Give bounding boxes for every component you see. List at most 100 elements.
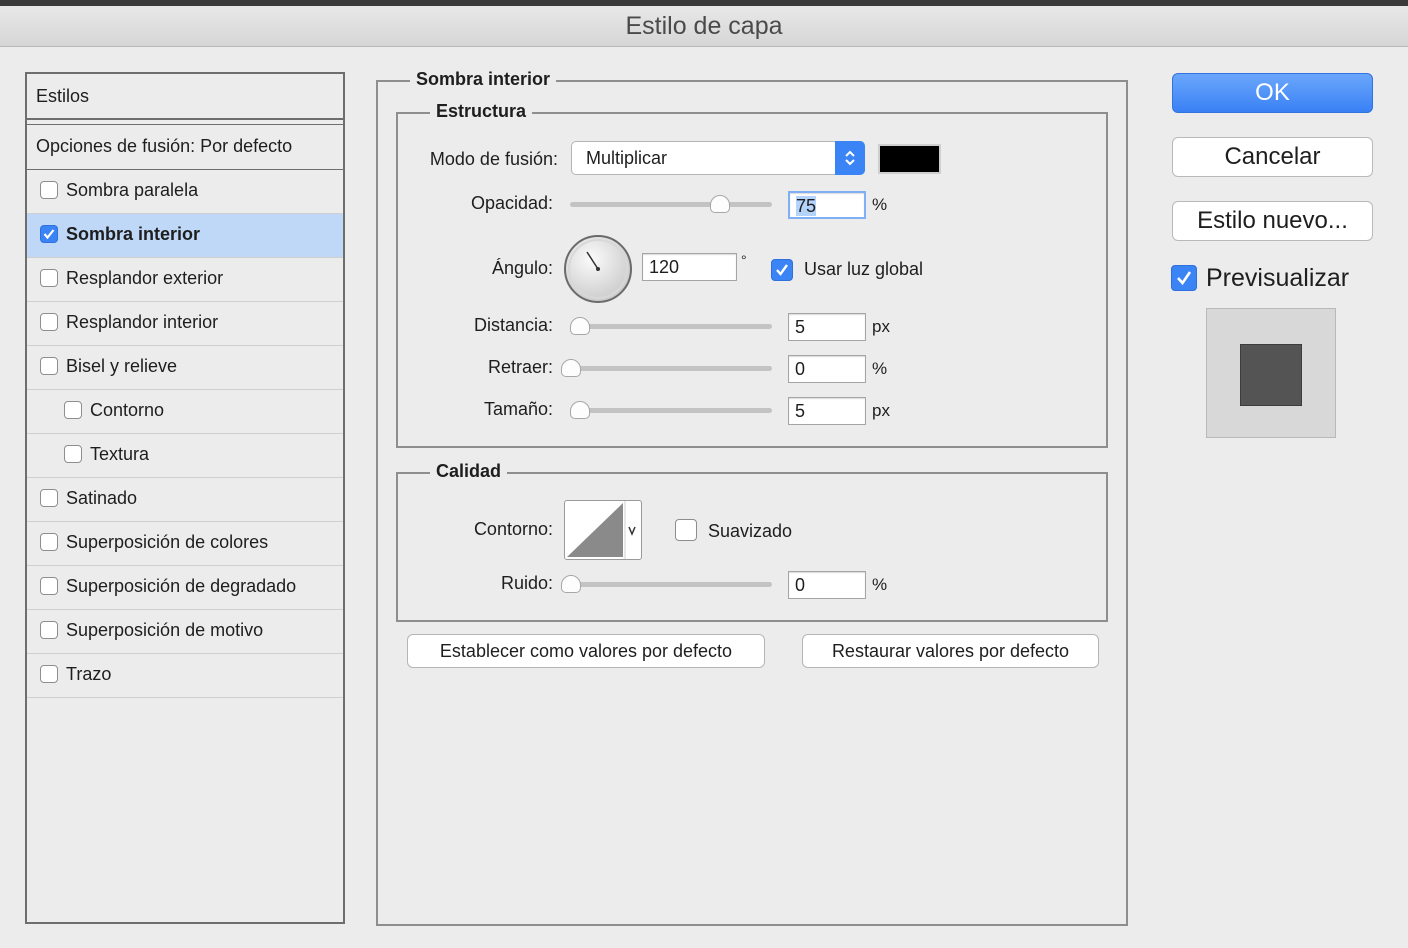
quality-title: Calidad bbox=[430, 461, 508, 482]
noise-label: Ruido: bbox=[500, 573, 553, 593]
blend-options-item[interactable]: Opciones de fusión: Por defecto bbox=[27, 124, 343, 170]
styles-list: Estilos Opciones de fusión: Por defecto … bbox=[25, 72, 345, 924]
style-item-label: Resplandor interior bbox=[66, 312, 219, 332]
style-item-checkbox[interactable] bbox=[40, 533, 58, 551]
angle-value: 120 bbox=[649, 257, 680, 277]
window-title: Estilo de capa bbox=[0, 6, 1408, 47]
chevron-down-icon bbox=[628, 526, 636, 536]
noise-slider-thumb[interactable] bbox=[561, 575, 581, 593]
style-item-checkbox[interactable] bbox=[40, 489, 58, 507]
style-item-checkbox[interactable] bbox=[64, 445, 82, 463]
preview-checkbox[interactable] bbox=[1171, 265, 1197, 291]
style-item-checkbox[interactable] bbox=[40, 665, 58, 683]
contour-picker[interactable] bbox=[564, 500, 642, 560]
style-item[interactable]: Superposición de degradado bbox=[27, 566, 343, 610]
inner-shadow-title: Sombra interior bbox=[410, 69, 557, 90]
style-item-checkbox[interactable] bbox=[40, 313, 58, 331]
choke-value: 0 bbox=[795, 359, 806, 379]
antialiased-label: Suavizado bbox=[708, 521, 793, 541]
style-item-checkbox[interactable] bbox=[64, 401, 82, 419]
preview-square bbox=[1240, 344, 1302, 406]
style-item-label: Resplandor exterior bbox=[66, 268, 224, 288]
structure-title: Estructura bbox=[430, 101, 533, 122]
choke-input[interactable]: 0 bbox=[788, 355, 866, 383]
noise-input[interactable]: 0 bbox=[788, 571, 866, 599]
style-item-label: Sombra interior bbox=[66, 224, 201, 244]
style-item-checkbox[interactable] bbox=[40, 577, 58, 595]
size-slider-track[interactable] bbox=[570, 408, 772, 413]
blend-options-label: Opciones de fusión: Por defecto bbox=[36, 136, 293, 156]
preview-thumbnail bbox=[1206, 308, 1336, 438]
distance-input[interactable]: 5 bbox=[788, 313, 866, 341]
checkmark-icon bbox=[1177, 271, 1192, 286]
shadow-color-swatch[interactable] bbox=[878, 144, 941, 174]
styles-header-label: Estilos bbox=[36, 86, 90, 106]
checkmark-icon bbox=[43, 229, 55, 240]
style-item[interactable]: Resplandor interior bbox=[27, 302, 343, 346]
style-item-label: Superposición de degradado bbox=[66, 576, 297, 596]
distance-slider-thumb[interactable] bbox=[570, 317, 590, 335]
style-item[interactable]: Sombra interior bbox=[27, 214, 343, 258]
opacity-value: 75 bbox=[796, 196, 817, 216]
style-item[interactable]: Superposición de motivo bbox=[27, 610, 343, 654]
opacity-input[interactable]: 75 bbox=[788, 191, 866, 219]
reset-default-button[interactable]: Restaurar valores por defecto bbox=[802, 634, 1099, 668]
style-item[interactable]: Contorno bbox=[27, 390, 343, 434]
angle-unit: ° bbox=[741, 252, 747, 268]
style-item[interactable]: Satinado bbox=[27, 478, 343, 522]
global-light-label: Usar luz global bbox=[804, 259, 924, 279]
opacity-slider-track[interactable] bbox=[570, 202, 772, 207]
style-item[interactable]: Superposición de colores bbox=[27, 522, 343, 566]
angle-input[interactable]: 120 bbox=[642, 253, 737, 281]
ok-button[interactable]: OK bbox=[1172, 73, 1373, 113]
distance-value: 5 bbox=[795, 317, 806, 337]
noise-slider-track[interactable] bbox=[570, 582, 772, 587]
style-item[interactable]: Textura bbox=[27, 434, 343, 478]
size-value: 5 bbox=[795, 401, 806, 421]
size-label: Tamaño: bbox=[483, 399, 553, 419]
checkmark-icon bbox=[776, 264, 788, 276]
style-item-label: Bisel y relieve bbox=[66, 356, 178, 376]
style-item-label: Sombra paralela bbox=[66, 180, 199, 200]
choke-unit: % bbox=[872, 359, 888, 378]
size-slider-thumb[interactable] bbox=[570, 401, 590, 419]
cancel-button[interactable]: Cancelar bbox=[1172, 137, 1373, 177]
antialiased-checkbox[interactable] bbox=[675, 519, 697, 541]
style-item-label: Satinado bbox=[66, 488, 138, 508]
global-light-checkbox[interactable] bbox=[771, 259, 793, 281]
distance-unit: px bbox=[872, 317, 890, 336]
opacity-slider-thumb[interactable] bbox=[710, 195, 730, 213]
blend-mode-select[interactable]: Multiplicar bbox=[571, 141, 865, 175]
style-item-checkbox[interactable] bbox=[40, 225, 58, 243]
noise-value: 0 bbox=[795, 575, 806, 595]
choke-label: Retraer: bbox=[487, 357, 553, 377]
style-item[interactable]: Sombra paralela bbox=[27, 170, 343, 214]
blend-mode-label: Modo de fusión: bbox=[429, 149, 558, 169]
noise-unit: % bbox=[872, 575, 888, 594]
distance-label: Distancia: bbox=[473, 315, 553, 335]
style-item-label: Trazo bbox=[66, 664, 112, 684]
style-item-checkbox[interactable] bbox=[40, 269, 58, 287]
style-item-label: Superposición de motivo bbox=[66, 620, 264, 640]
style-item-checkbox[interactable] bbox=[40, 621, 58, 639]
styles-header[interactable]: Estilos bbox=[27, 74, 343, 120]
choke-slider-thumb[interactable] bbox=[561, 359, 581, 377]
style-item[interactable]: Bisel y relieve bbox=[27, 346, 343, 390]
style-item-label: Superposición de colores bbox=[66, 532, 269, 552]
angle-dial[interactable] bbox=[562, 233, 634, 305]
distance-slider-track[interactable] bbox=[570, 324, 772, 329]
size-input[interactable]: 5 bbox=[788, 397, 866, 425]
style-item-checkbox[interactable] bbox=[40, 181, 58, 199]
angle-label: Ángulo: bbox=[491, 258, 553, 278]
opacity-label: Opacidad: bbox=[470, 193, 553, 213]
style-item[interactable]: Resplandor exterior bbox=[27, 258, 343, 302]
size-unit: px bbox=[872, 401, 890, 420]
opacity-unit: % bbox=[872, 195, 888, 214]
style-item[interactable]: Trazo bbox=[27, 654, 343, 698]
style-item-checkbox[interactable] bbox=[40, 357, 58, 375]
blend-mode-value: Multiplicar bbox=[586, 148, 668, 168]
style-item-label: Contorno bbox=[90, 400, 165, 420]
choke-slider-track[interactable] bbox=[570, 366, 772, 371]
make-default-button[interactable]: Establecer como valores por defecto bbox=[407, 634, 765, 668]
new-style-button[interactable]: Estilo nuevo... bbox=[1172, 201, 1373, 241]
